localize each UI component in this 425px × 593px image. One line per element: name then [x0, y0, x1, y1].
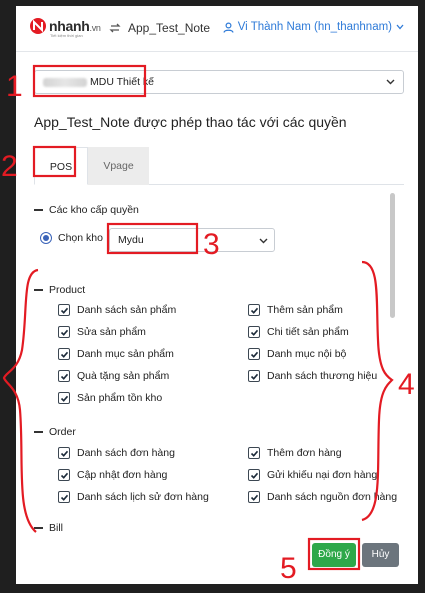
- collapse-icon[interactable]: [34, 431, 43, 433]
- checkbox-icon: [248, 370, 260, 382]
- checkbox-icon: [248, 304, 260, 316]
- store-select-value: MDU Thiết kế: [43, 76, 154, 88]
- app-name: App_Test_Note: [128, 21, 211, 35]
- checkbox-icon: [58, 304, 70, 316]
- chevron-down-icon: [259, 238, 268, 244]
- checkbox-icon: [248, 348, 260, 360]
- permission-checkbox[interactable]: Sửa sản phẩm: [58, 326, 146, 338]
- user-name: Vi Thành Nam (hn_thanhnam): [237, 21, 392, 33]
- collapse-icon[interactable]: [34, 527, 43, 529]
- dialog: nhanh.vn Tiết kiệm thời gian App_Test_No…: [16, 6, 418, 584]
- checkbox-icon: [58, 348, 70, 360]
- cancel-button[interactable]: Hủy: [362, 543, 399, 567]
- permissions-panel: Các kho cấp quyền Chọn kho Mydu Product …: [34, 196, 404, 531]
- choose-warehouse-radio[interactable]: Chọn kho: [40, 232, 103, 244]
- permission-checkbox[interactable]: Thêm sản phẩm: [248, 304, 343, 316]
- tab-pos[interactable]: POS: [34, 147, 88, 185]
- checkbox-icon: [58, 326, 70, 338]
- page-title: App_Test_Note được phép thao tác với các…: [34, 114, 347, 130]
- checkbox-icon: [248, 447, 260, 459]
- chevron-down-icon: [386, 79, 395, 85]
- top-bar: nhanh.vn Tiết kiệm thời gian App_Test_No…: [16, 6, 418, 52]
- permission-checkbox[interactable]: Danh mục sản phẩm: [58, 348, 174, 360]
- permission-checkbox[interactable]: Thêm đơn hàng: [248, 447, 342, 459]
- user-menu[interactable]: Vi Thành Nam (hn_thanhnam): [223, 21, 404, 33]
- collapse-icon[interactable]: [34, 289, 43, 291]
- confirm-button[interactable]: Đồng ý: [312, 543, 356, 567]
- checkbox-icon: [58, 392, 70, 404]
- permission-checkbox[interactable]: Danh sách đơn hàng: [58, 447, 175, 459]
- checkbox-icon: [58, 370, 70, 382]
- logo-text: nhanh.vn: [49, 18, 101, 34]
- scrollbar-thumb[interactable]: [390, 193, 395, 318]
- permission-checkbox[interactable]: Quà tặng sản phẩm: [58, 370, 169, 382]
- checkbox-icon: [248, 469, 260, 481]
- permission-checkbox[interactable]: Danh mục nội bộ: [248, 348, 346, 360]
- permission-checkbox[interactable]: Cập nhật đơn hàng: [58, 469, 167, 481]
- radio-icon: [40, 232, 52, 244]
- product-heading: Product: [34, 284, 85, 296]
- permission-checkbox[interactable]: Chi tiết sản phẩm: [248, 326, 349, 338]
- checkbox-icon: [248, 326, 260, 338]
- permission-checkbox[interactable]: Danh sách sản phẩm: [58, 304, 176, 316]
- permission-checkbox[interactable]: Danh sách nguồn đơn hàng: [248, 491, 397, 503]
- collapse-icon[interactable]: [34, 209, 43, 211]
- chevron-down-icon: [396, 24, 404, 30]
- logo-icon: [30, 18, 46, 34]
- redacted-text: [43, 77, 87, 87]
- permission-checkbox[interactable]: Danh sách thương hiệu: [248, 370, 377, 382]
- permission-checkbox[interactable]: Gửi khiếu nại đơn hàng: [248, 469, 377, 481]
- permission-checkbox[interactable]: Sản phẩm tồn kho: [58, 392, 162, 404]
- bill-heading: Bill: [34, 522, 63, 531]
- user-icon: [223, 21, 234, 33]
- logo-tagline: Tiết kiệm thời gian: [50, 33, 83, 38]
- warehouse-heading: Các kho cấp quyền: [34, 204, 139, 216]
- warehouse-select[interactable]: Mydu: [109, 228, 275, 252]
- checkbox-icon: [58, 491, 70, 503]
- store-select[interactable]: MDU Thiết kế: [34, 70, 404, 94]
- permission-checkbox[interactable]: Danh sách lịch sử đơn hàng: [58, 491, 209, 503]
- checkbox-icon: [58, 469, 70, 481]
- tab-vpage[interactable]: Vpage: [88, 147, 149, 185]
- switch-app-icon[interactable]: [109, 22, 121, 34]
- order-heading: Order: [34, 426, 76, 438]
- tabs: POS Vpage: [34, 147, 404, 185]
- checkbox-icon: [58, 447, 70, 459]
- checkbox-icon: [248, 491, 260, 503]
- nhanh-logo[interactable]: nhanh.vn Tiết kiệm thời gian: [29, 15, 101, 43]
